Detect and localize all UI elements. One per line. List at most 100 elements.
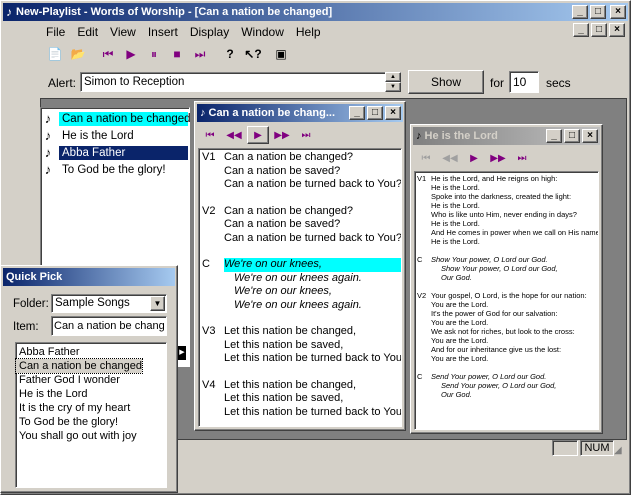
- seconds-input[interactable]: [509, 71, 539, 93]
- sw2-maximize-button[interactable]: □: [564, 129, 580, 143]
- verse-block: C We're on our knees, We're on our knees a…: [202, 258, 401, 312]
- lyric-line: We're on our knees,: [234, 285, 332, 297]
- song-window-1-lyrics[interactable]: V1 Can a nation be changed? Can a nation b…: [198, 148, 402, 427]
- show-alert-button[interactable]: Show: [408, 70, 484, 94]
- quick-pick-titlebar[interactable]: Quick Pick: [3, 268, 175, 286]
- minimize-button[interactable]: _: [572, 5, 588, 19]
- song-window-2-lyrics[interactable]: V1 He is the Lord, and He reigns on high:…: [414, 171, 599, 430]
- sw1-next-icon[interactable]: ▶▶: [271, 126, 293, 144]
- lyric-line: He is the Lord.: [431, 237, 480, 246]
- quick-pick-song-item[interactable]: He is the Lord: [16, 387, 166, 401]
- main-titlebar[interactable]: ♪ New-Playlist - Words of Worship - [Can…: [3, 3, 628, 21]
- lyric-line: Can a nation be turned back to You?: [224, 231, 402, 244]
- song-window-2-player-controls: ⏮ ◀◀ ▶ ▶▶ ⏭: [411, 147, 602, 169]
- sw1-close-button[interactable]: ×: [385, 106, 401, 120]
- menu-display[interactable]: Display: [184, 23, 235, 41]
- sw2-prev-icon[interactable]: ◀◀: [439, 149, 461, 167]
- item-input[interactable]: [51, 316, 167, 336]
- alert-spinner[interactable]: ▲ ▼: [385, 72, 401, 92]
- verse-label: [417, 345, 431, 354]
- lyric-line: Can a nation be changed?: [224, 204, 354, 217]
- help-icon[interactable]: ?: [219, 43, 241, 65]
- verse-label: [417, 183, 431, 192]
- sw2-last-icon[interactable]: ⏭: [511, 149, 533, 167]
- menu-edit[interactable]: Edit: [71, 23, 104, 41]
- song-window-1-player-controls: ⏮ ◀◀ ▶ ▶▶ ⏭: [195, 124, 405, 146]
- stop-icon[interactable]: ■: [166, 43, 188, 65]
- lyric-line: Send Your power, O Lord our God.: [431, 372, 547, 381]
- quick-pick-song-item[interactable]: Can a nation be changed: [15, 358, 143, 374]
- sw1-last-icon[interactable]: ⏭: [295, 126, 317, 144]
- expand-arrow-icon[interactable]: ▶: [178, 346, 186, 360]
- lyric-line: We're on our knees again.: [234, 271, 362, 284]
- quick-pick-song-item[interactable]: To God be the glory!: [16, 415, 166, 429]
- new-file-icon[interactable]: 📄: [44, 43, 66, 65]
- quick-pick-song-item[interactable]: Father God I wonder: [16, 373, 166, 387]
- verse-label: [202, 285, 224, 299]
- sw1-maximize-button[interactable]: □: [367, 106, 383, 120]
- music-note-icon: ♪: [416, 130, 422, 142]
- playlist-item[interactable]: ♪ He is the Lord: [41, 127, 189, 144]
- child-restore-button[interactable]: □: [591, 23, 607, 37]
- secs-label: secs: [546, 76, 571, 90]
- pause-icon[interactable]: ⏸: [143, 43, 165, 65]
- sw2-next-icon[interactable]: ▶▶: [487, 149, 509, 167]
- sw1-first-icon[interactable]: ⏮: [199, 126, 221, 144]
- chevron-down-icon[interactable]: ▼: [150, 296, 165, 311]
- verse-label: [202, 178, 224, 192]
- child-close-button[interactable]: ×: [609, 23, 625, 37]
- spin-down-icon[interactable]: ▼: [385, 82, 401, 92]
- quick-pick-song-list[interactable]: Abba Father Can a nation be changed Father…: [15, 342, 167, 488]
- play-icon[interactable]: ▶: [120, 43, 142, 65]
- lyric-line: It's the power of God for our salvation:: [431, 309, 558, 318]
- verse-label: [417, 300, 431, 309]
- lyric-line: Who is like unto Him, never ending in da…: [431, 210, 577, 219]
- sw1-minimize-button[interactable]: _: [349, 106, 365, 120]
- child-minimize-button[interactable]: _: [573, 23, 589, 37]
- menu-file[interactable]: File: [40, 23, 71, 41]
- sw2-first-icon[interactable]: ⏮: [415, 149, 437, 167]
- playlist-item-label: He is the Lord: [62, 129, 134, 142]
- lyric-line: He is the Lord, and He reigns on high:: [431, 174, 558, 183]
- close-button[interactable]: ×: [610, 5, 626, 19]
- menu-insert[interactable]: Insert: [142, 23, 184, 41]
- song-window-he-is-the-lord: ♪ He is the Lord _ □ × ⏮ ◀◀ ▶ ▶▶ ⏭ V1 He …: [410, 124, 603, 434]
- verse-label: V4: [202, 378, 216, 391]
- quick-pick-song-item[interactable]: Abba Father: [16, 345, 166, 359]
- verse-label: [417, 327, 431, 336]
- sw1-play-icon[interactable]: ▶: [247, 126, 269, 144]
- playlist-item[interactable]: ♪ Can a nation be changed: [41, 110, 191, 127]
- maximize-button[interactable]: □: [590, 5, 606, 19]
- skip-forward-icon[interactable]: ⏭: [189, 43, 211, 65]
- sw1-prev-icon[interactable]: ◀◀: [223, 126, 245, 144]
- verse-label: [417, 318, 431, 327]
- menu-window[interactable]: Window: [235, 23, 290, 41]
- resize-grip-icon[interactable]: ◢: [614, 445, 622, 456]
- folder-select[interactable]: Sample Songs ▼: [51, 294, 167, 313]
- open-folder-icon[interactable]: 📂: [67, 43, 89, 65]
- playlist-item[interactable]: ♪ To God be the glory!: [41, 161, 189, 178]
- quick-pick-song-item[interactable]: You shall go out with joy: [16, 429, 166, 443]
- verse-label: [202, 299, 224, 313]
- verse-label: [417, 354, 431, 363]
- sw2-minimize-button[interactable]: _: [546, 129, 562, 143]
- skip-back-icon[interactable]: ⏮: [97, 43, 119, 65]
- lyric-line: You are the Lord.: [431, 354, 489, 363]
- window-layout-icon[interactable]: ▣: [270, 43, 292, 65]
- sw2-play-icon[interactable]: ▶: [463, 149, 485, 167]
- playlist-item-label: To God be the glory!: [62, 163, 166, 176]
- sw2-close-button[interactable]: ×: [582, 129, 598, 143]
- spin-up-icon[interactable]: ▲: [385, 72, 401, 82]
- verse-block: C Show Your power, O Lord our God. Show Yo…: [417, 255, 598, 282]
- playlist-item[interactable]: ♪ Abba Father: [41, 144, 189, 161]
- verse-label: V1: [202, 151, 216, 163]
- alert-input[interactable]: [80, 72, 386, 92]
- menu-view[interactable]: View: [104, 23, 142, 41]
- context-help-icon[interactable]: ↖?: [242, 43, 264, 65]
- quick-pick-song-item[interactable]: It is the cry of my heart: [16, 401, 166, 415]
- lyric-line: Our God.: [441, 390, 472, 399]
- verse-label: [202, 339, 224, 353]
- verse-block: V2 Can a nation be changed? Can a nation b…: [202, 205, 401, 246]
- lyric-line: He is the Lord.: [431, 219, 480, 228]
- menu-help[interactable]: Help: [290, 23, 327, 41]
